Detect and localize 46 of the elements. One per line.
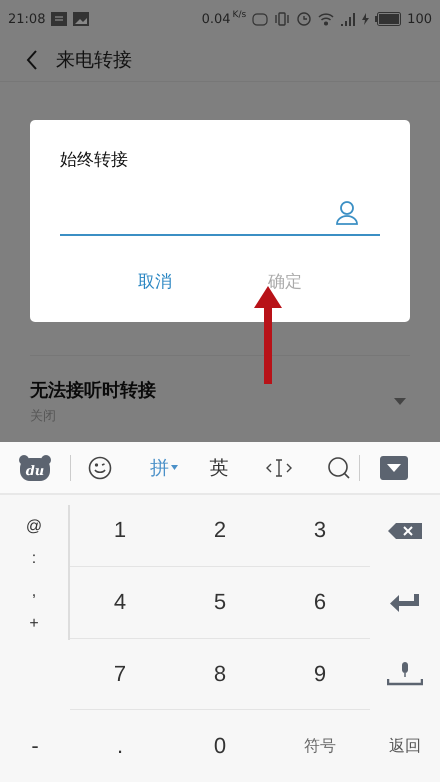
- digit-key[interactable]: 3: [270, 495, 370, 567]
- setting-title: 无法接听时转接: [30, 379, 156, 402]
- speed-unit: K/s: [232, 10, 246, 20]
- digit-key[interactable]: 4: [70, 566, 170, 638]
- wifi-icon: [318, 12, 334, 26]
- microphone-icon: [387, 662, 423, 686]
- smiley-icon[interactable]: [88, 456, 112, 480]
- signal-icon: [340, 12, 356, 26]
- digit-key[interactable]: 0: [170, 710, 270, 782]
- digit-key[interactable]: 9: [270, 638, 370, 710]
- dialog-button[interactable]: 取消: [120, 266, 190, 297]
- search-icon[interactable]: [327, 456, 351, 480]
- symbol-key[interactable]: @: [20, 516, 48, 538]
- dropdown-icon[interactable]: [394, 398, 406, 405]
- charging-icon: [362, 13, 370, 25]
- symbol-key[interactable]: ,: [26, 580, 42, 603]
- battery-icon: [375, 12, 402, 26]
- backspace-icon: [388, 522, 422, 539]
- digit-key[interactable]: 8: [170, 638, 270, 710]
- symbols-key[interactable]: 符号: [270, 710, 370, 782]
- dot-key[interactable]: .: [70, 710, 170, 782]
- image-icon: [73, 12, 90, 26]
- page-title: 来电转接: [56, 48, 132, 72]
- back-icon[interactable]: [26, 50, 38, 70]
- symbol-key[interactable]: +: [23, 613, 45, 636]
- hide-keyboard-icon[interactable]: [380, 456, 408, 480]
- symbol-key[interactable]: -: [0, 710, 70, 782]
- digit-key[interactable]: 6: [270, 566, 370, 638]
- digit-key[interactable]: 7: [70, 638, 170, 710]
- alarm-icon: [296, 12, 312, 26]
- digit-key[interactable]: 2: [170, 495, 270, 567]
- digit-key[interactable]: 1: [70, 495, 170, 567]
- message-icon: [51, 12, 68, 26]
- input-mode-tab[interactable]: 英: [208, 452, 230, 482]
- battery-level: 100: [407, 12, 432, 26]
- caret-icon: [171, 465, 178, 470]
- symbol-key[interactable]: :: [26, 548, 42, 570]
- digit-key[interactable]: 5: [170, 566, 270, 638]
- dialog-title: 始终转接: [60, 149, 128, 171]
- network-speed: 0.04: [202, 12, 231, 26]
- cursor-icon[interactable]: [266, 458, 292, 478]
- clock: 21:08: [8, 12, 46, 26]
- back-key[interactable]: 返回: [370, 710, 440, 782]
- enter-icon: [390, 594, 420, 612]
- contact-icon[interactable]: [336, 200, 358, 224]
- vibrate-icon: [274, 12, 290, 26]
